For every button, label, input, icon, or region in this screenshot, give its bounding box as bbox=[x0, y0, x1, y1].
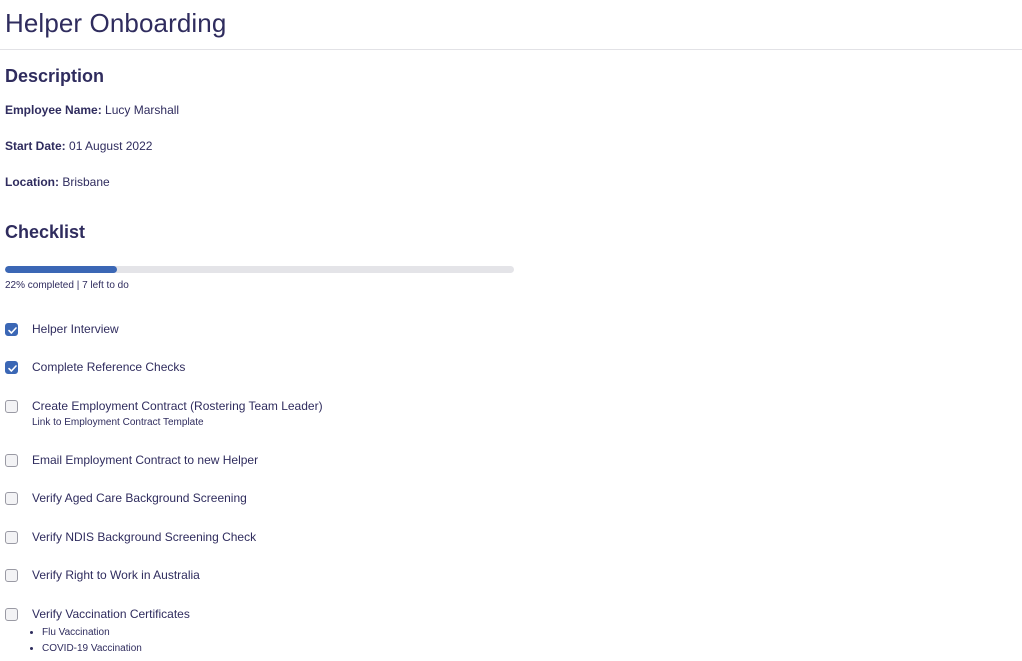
checklist-item-label: Verify NDIS Background Screening Check bbox=[32, 530, 257, 544]
checklist-item-label: Verify Right to Work in Australia bbox=[32, 568, 200, 582]
checklist-item[interactable]: Helper Interview bbox=[5, 322, 119, 337]
checkbox[interactable] bbox=[5, 361, 18, 374]
checklist-item-label: Helper Interview bbox=[32, 322, 119, 336]
checklist-item-label: Complete Reference Checks bbox=[32, 360, 186, 374]
checklist-item-label: Verify Vaccination Certificates bbox=[32, 607, 190, 621]
progress-bar bbox=[5, 266, 514, 273]
employee-name-value: Lucy Marshall bbox=[105, 103, 180, 117]
contract-template-link[interactable]: Link to Employment Contract Template bbox=[32, 417, 323, 428]
checkbox[interactable] bbox=[5, 323, 18, 336]
page-header: Helper Onboarding bbox=[0, 0, 1022, 50]
checklist-item[interactable]: Verify Vaccination Certificates Flu Vacc… bbox=[5, 607, 190, 657]
checklist-section: Checklist bbox=[5, 222, 85, 243]
start-date-field: Start Date: 01 August 2022 bbox=[5, 139, 152, 153]
checkbox[interactable] bbox=[5, 569, 18, 582]
location-field: Location: Brisbane bbox=[5, 175, 110, 189]
checkbox[interactable] bbox=[5, 454, 18, 467]
progress-text: 22% completed | 7 left to do bbox=[5, 280, 129, 291]
start-date-label: Start Date: bbox=[5, 139, 66, 153]
list-item: COVID-19 Vaccination bbox=[42, 641, 190, 657]
checklist-item[interactable]: Complete Reference Checks bbox=[5, 360, 185, 375]
checklist-title: Checklist bbox=[5, 222, 86, 242]
checklist-item[interactable]: Create Employment Contract (Rostering Te… bbox=[5, 399, 323, 428]
location-value: Brisbane bbox=[62, 175, 110, 189]
checklist-item[interactable]: Verify Aged Care Background Screening bbox=[5, 491, 247, 506]
checklist-item[interactable]: Email Employment Contract to new Helper bbox=[5, 453, 258, 468]
checklist-item[interactable]: Verify Right to Work in Australia bbox=[5, 568, 200, 583]
description-title: Description bbox=[5, 66, 105, 86]
progress-bar-fill bbox=[5, 266, 117, 273]
checklist-item[interactable]: Verify NDIS Background Screening Check bbox=[5, 530, 256, 545]
checklist-item-label: Verify Aged Care Background Screening bbox=[32, 491, 247, 505]
location-label: Location: bbox=[5, 175, 59, 189]
list-item: Flu Vaccination bbox=[42, 625, 190, 641]
checkbox[interactable] bbox=[5, 400, 18, 413]
checklist-item-label: Email Employment Contract to new Helper bbox=[32, 453, 259, 467]
employee-name-label: Employee Name: bbox=[5, 103, 102, 117]
start-date-value: 01 August 2022 bbox=[69, 139, 153, 153]
checkmark-icon bbox=[8, 365, 17, 372]
checkbox[interactable] bbox=[5, 531, 18, 544]
employee-name-field: Employee Name: Lucy Marshall bbox=[5, 103, 179, 117]
description-section: Description bbox=[5, 66, 104, 87]
checkbox[interactable] bbox=[5, 608, 18, 621]
checklist-item-label: Create Employment Contract (Rostering Te… bbox=[32, 399, 323, 413]
checkbox[interactable] bbox=[5, 492, 18, 505]
page-title: Helper Onboarding bbox=[5, 8, 227, 38]
checkmark-icon bbox=[8, 327, 17, 334]
vaccination-sublist: Flu Vaccination COVID-19 Vaccination bbox=[32, 625, 190, 657]
